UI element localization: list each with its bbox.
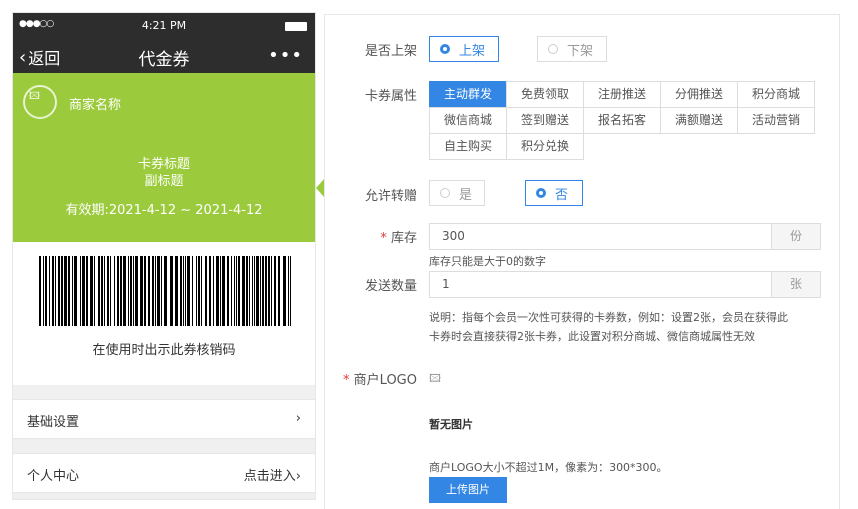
radio-label: 是: [459, 187, 473, 203]
radio-dot-icon: [536, 188, 546, 198]
attr-option[interactable]: 免费领取: [506, 81, 584, 108]
attr-option[interactable]: 积分商城: [737, 81, 815, 108]
radio-label: 上架: [459, 43, 486, 59]
coupon-card: 🖾 商家名称 卡券标题 副标题 有效期:2021-4-12 ~ 2021-4-1…: [13, 73, 315, 242]
shelf-on-radio[interactable]: 上架: [429, 36, 499, 62]
attr-option[interactable]: 活动营销: [737, 107, 815, 134]
coupon-validity: 有效期:2021-4-12 ~ 2021-4-12: [65, 203, 263, 218]
stock-unit: 份: [771, 223, 821, 250]
send-quantity-input[interactable]: 1: [429, 271, 775, 298]
barcode-card: 在使用时出示此券核销码: [13, 242, 315, 385]
desc-line: 卡券时会直接获得2张卡券，此设置对积分商城、微信商城属性无效: [429, 330, 755, 343]
battery-icon: [285, 22, 307, 31]
attr-option[interactable]: 主动群发: [429, 81, 507, 108]
status-time: 4:21 PM: [141, 19, 187, 32]
upload-image-button[interactable]: 上传图片: [429, 477, 507, 503]
merchant-logo: 🖾: [23, 85, 57, 119]
attr-option[interactable]: 积分兑换: [506, 133, 584, 160]
merchant-name: 商家名称: [69, 98, 122, 113]
image-icon: 🖾: [29, 91, 40, 102]
radio-dot-icon: [440, 188, 450, 198]
transfer-yes-radio[interactable]: 是: [429, 180, 485, 206]
shelf-label: 是否上架: [364, 44, 417, 59]
send-unit: 张: [771, 271, 821, 298]
required-mark: *: [343, 373, 350, 388]
logo-hint: 商户LOGO大小不超过1M，像素为：300*300。: [429, 461, 668, 474]
attr-options: 主动群发 免费领取 注册推送 分佣推送 积分商城 微信商城 签到赠送 报名拓客 …: [429, 81, 819, 160]
menu-basic-settings[interactable]: 基础设置 ›: [13, 399, 315, 439]
chevron-right-icon: ›: [295, 411, 301, 426]
radio-label: 否: [555, 187, 569, 203]
menu-label: 个人中心: [27, 469, 80, 484]
menu-enter-link: 点击进入›: [243, 469, 301, 484]
transfer-label: 允许转赠: [364, 189, 417, 204]
radio-label: 下架: [567, 43, 594, 59]
menu-personal-center[interactable]: 个人中心 点击进入›: [13, 453, 315, 493]
stock-label: * 库存: [325, 227, 417, 246]
menu-label: 基础设置: [27, 415, 80, 430]
no-image-text: 暂无图片: [429, 418, 473, 431]
barcode-hint: 在使用时出示此券核销码: [92, 343, 236, 358]
more-icon[interactable]: •••: [268, 45, 303, 66]
attr-option[interactable]: 分佣推送: [660, 81, 738, 108]
attr-option[interactable]: 注册推送: [583, 81, 661, 108]
phone-preview: ●●●○○ 4:21 PM ‹ 返回 代金券 ••• 🖾 商家名称 卡券标题 副…: [12, 12, 316, 500]
send-label: 发送数量: [364, 279, 417, 294]
send-description: 说明：指每个会员一次性可获得的卡券数，例如：设置2张，会员在获得此 卡券时会直接…: [429, 308, 829, 346]
barcode: [39, 256, 291, 326]
stock-input[interactable]: 300: [429, 223, 775, 250]
stock-label-text: 库存: [390, 231, 417, 246]
radio-dot-icon: [548, 44, 558, 54]
shelf-off-radio[interactable]: 下架: [537, 36, 607, 62]
attr-option[interactable]: 签到赠送: [506, 107, 584, 134]
coupon-subtitle: 副标题: [144, 174, 184, 189]
settings-form: 是否上架 上架 下架 卡券属性 主动群发 免费领取 注册推送 分佣推送 积分商城…: [324, 14, 840, 509]
logo-label-text: 商户LOGO: [353, 373, 417, 388]
image-placeholder-icon: 🖾: [429, 372, 441, 385]
nav-bar: ‹ 返回 代金券 •••: [13, 39, 315, 73]
stock-hint: 库存只能是大于0的数字: [429, 255, 546, 268]
attr-option[interactable]: 自主购买: [429, 133, 507, 160]
attr-option[interactable]: 微信商城: [429, 107, 507, 134]
radio-dot-icon: [440, 44, 450, 54]
attr-label: 卡券属性: [364, 89, 417, 104]
desc-line: 说明：指每个会员一次性可获得的卡券数，例如：设置2张，会员在获得此: [429, 311, 788, 324]
logo-label: * 商户LOGO: [325, 369, 417, 388]
attr-option[interactable]: 报名拓客: [583, 107, 661, 134]
status-bar: ●●●○○ 4:21 PM: [13, 13, 315, 39]
transfer-no-radio[interactable]: 否: [525, 180, 583, 206]
attr-option[interactable]: 满额赠送: [660, 107, 738, 134]
required-mark: *: [380, 231, 387, 246]
